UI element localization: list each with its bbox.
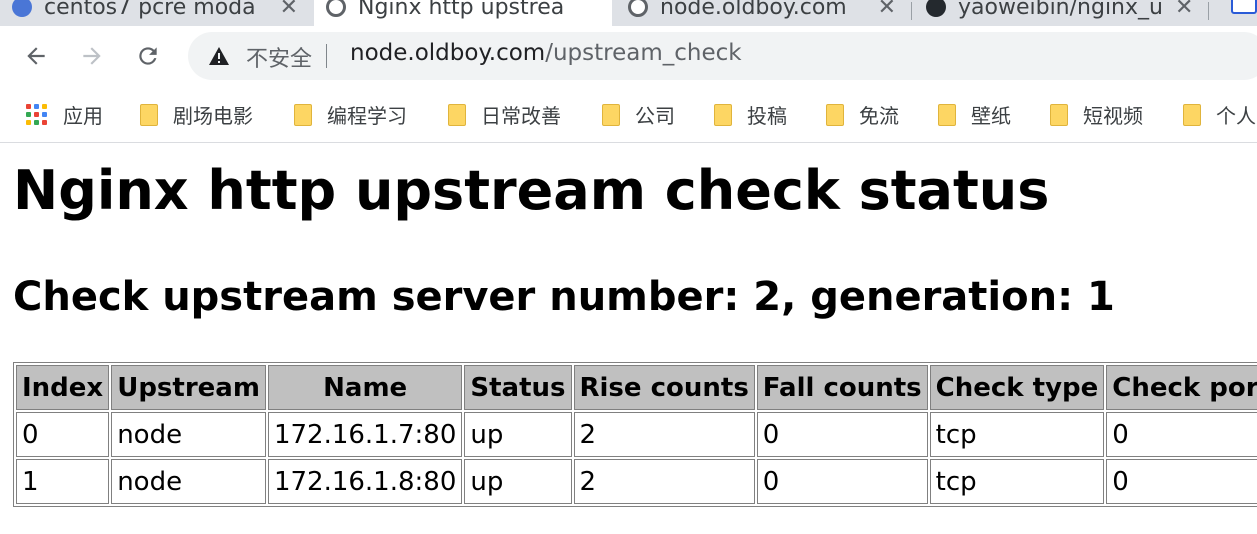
folder-icon [1050, 103, 1068, 126]
back-button[interactable] [20, 40, 52, 72]
bookmark-label: 应用 [63, 104, 103, 128]
not-secure-label[interactable]: 不安全 [246, 41, 312, 73]
cell-index: 0 [16, 412, 110, 457]
page-title: Nginx http upstream check status [13, 159, 1050, 222]
reload-button[interactable] [132, 40, 164, 72]
tab-title: node.oldboy.com [660, 0, 847, 20]
tab-separator [911, 2, 912, 20]
folder-icon [448, 103, 466, 126]
folder-icon [826, 103, 844, 126]
bookmark-label: 壁纸 [971, 104, 1011, 128]
forward-button[interactable] [76, 40, 108, 72]
tab-nginx-upstream-check[interactable]: Nginx http upstrea [314, 0, 612, 26]
reload-icon [139, 47, 157, 65]
tab-github-nginx[interactable]: yaoweibin/nginx_u ✕ [914, 0, 1204, 26]
page-subtitle: Check upstream server number: 2, generat… [13, 274, 1115, 320]
address-divider [326, 44, 327, 68]
tab-separator [1208, 2, 1209, 20]
tab-centos7[interactable]: centos7 pcre modä ✕ [0, 0, 310, 26]
close-icon[interactable]: ✕ [280, 0, 298, 20]
tab-node-oldboy[interactable]: node.oldboy.com ✕ [616, 0, 908, 26]
bookmark-label: 剧场电影 [173, 104, 253, 128]
cell-fall-counts: 0 [756, 412, 928, 457]
table-row: 1 node 172.16.1.8:80 up 2 0 tcp 0 [16, 459, 1257, 504]
cell-fall-counts: 0 [756, 459, 928, 504]
bookmark-label: 个人 [1216, 104, 1256, 128]
column-header-fall-counts: Fall counts [756, 365, 928, 410]
globe-icon [326, 0, 346, 17]
page-content: Nginx http upstream check status Check u… [0, 143, 1257, 534]
arrow-right-icon [83, 47, 101, 65]
column-header-name: Name [267, 365, 463, 410]
globe-icon [628, 0, 648, 17]
cell-upstream: node [111, 459, 266, 504]
table-row: 0 node 172.16.1.7:80 up 2 0 tcp 0 [16, 412, 1257, 457]
bookmark-folder-daily-improvement[interactable]: 日常改善 [448, 100, 561, 129]
cell-rise-counts: 2 [573, 459, 755, 504]
column-header-check-type: Check type [929, 365, 1105, 410]
warning-icon [209, 47, 229, 65]
arrow-left-icon [27, 47, 45, 65]
cell-check-type: tcp [929, 459, 1105, 504]
folder-icon [1183, 103, 1201, 126]
site-favicon-icon [12, 0, 32, 17]
column-header-check-port: Check port [1106, 365, 1257, 410]
bookmark-label: 投稿 [747, 104, 787, 128]
bookmark-apps[interactable]: 应用 [26, 100, 103, 129]
column-header-rise-counts: Rise counts [573, 365, 755, 410]
bookmark-label: 编程学习 [327, 104, 407, 128]
upstream-status-table: Index Upstream Name Status Rise counts F… [13, 362, 1257, 507]
folder-icon [602, 103, 620, 126]
bookmark-folder-company[interactable]: 公司 [602, 100, 675, 129]
close-icon[interactable]: ✕ [1175, 0, 1193, 20]
bookmark-folder-short-video[interactable]: 短视频 [1050, 100, 1143, 129]
column-header-index: Index [16, 365, 110, 410]
bookmark-folder-programming[interactable]: 编程学习 [294, 100, 407, 129]
bookmark-folder-wallpaper[interactable]: 壁纸 [938, 100, 1011, 129]
folder-icon [294, 103, 312, 126]
bookmark-folder-personal[interactable]: 个人 [1183, 100, 1256, 129]
cell-check-type: tcp [929, 412, 1105, 457]
tab-strip: centos7 pcre modä ✕ Nginx http upstrea n… [0, 0, 1257, 26]
address-bar[interactable]: 不安全 node.oldboy.com/upstream_check [188, 32, 1257, 80]
bookmark-label: 免流 [859, 104, 899, 128]
bookmark-label: 日常改善 [481, 104, 561, 128]
table-header-row: Index Upstream Name Status Rise counts F… [16, 365, 1257, 410]
bookmark-folder-free-data[interactable]: 免流 [826, 100, 899, 129]
tab-title: Nginx http upstrea [358, 0, 565, 20]
cell-check-port: 0 [1106, 412, 1257, 457]
bookmark-folder-theater-movies[interactable]: 剧场电影 [140, 100, 253, 129]
bookmark-label: 短视频 [1083, 104, 1143, 128]
cell-name: 172.16.1.7:80 [267, 412, 463, 457]
extension-icon[interactable] [1231, 0, 1257, 14]
column-header-status: Status [464, 365, 572, 410]
folder-icon [140, 103, 158, 126]
bookmark-folder-submission[interactable]: 投稿 [714, 100, 787, 129]
cell-index: 1 [16, 459, 110, 504]
cell-check-port: 0 [1106, 459, 1257, 504]
cell-name: 172.16.1.8:80 [267, 459, 463, 504]
tab-title: yaoweibin/nginx_u [958, 0, 1163, 20]
cell-status: up [464, 412, 572, 457]
bookmark-label: 公司 [635, 104, 675, 128]
url-path: /upstream_check [545, 40, 742, 66]
url-host: node.oldboy.com [350, 40, 546, 66]
apps-grid-icon [26, 103, 48, 126]
folder-icon [938, 103, 956, 126]
cell-rise-counts: 2 [573, 412, 755, 457]
cell-status: up [464, 459, 572, 504]
bookmarks-bar: 应用 剧场电影 编程学习 日常改善 公司 投稿 免流 壁纸 短视频 个人 [0, 86, 1257, 143]
cell-upstream: node [111, 412, 266, 457]
close-icon[interactable]: ✕ [878, 0, 896, 20]
column-header-upstream: Upstream [111, 365, 266, 410]
tab-title: centos7 pcre modä [44, 0, 256, 20]
folder-icon [714, 103, 732, 126]
url-text[interactable]: node.oldboy.com/upstream_check [350, 40, 742, 66]
browser-toolbar: 不安全 node.oldboy.com/upstream_check [0, 26, 1257, 86]
github-icon [926, 0, 946, 17]
